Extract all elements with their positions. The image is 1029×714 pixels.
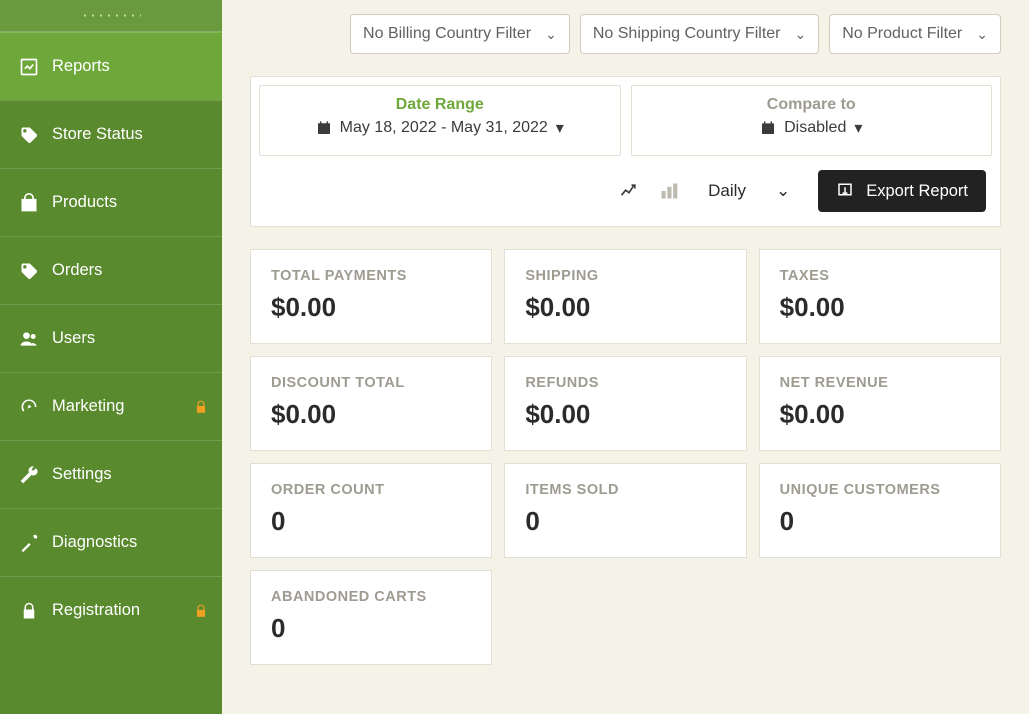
sidebar-item-settings[interactable]: Settings — [0, 440, 222, 508]
export-icon — [836, 182, 854, 200]
sidebar-item-marketing[interactable]: Marketing — [0, 372, 222, 440]
filter-label: No Billing Country Filter — [363, 25, 531, 43]
stat-label: ORDER COUNT — [271, 482, 471, 498]
filter-bar: No Billing Country Filter ⌄ No Shipping … — [250, 14, 1001, 54]
stat-value: $0.00 — [780, 292, 980, 323]
chevron-down-icon: ⌄ — [545, 26, 557, 43]
stat-label: NET REVENUE — [780, 375, 980, 391]
reports-icon — [18, 56, 40, 78]
bar-chart-view-icon[interactable] — [658, 180, 680, 202]
stat-label: TAXES — [780, 268, 980, 284]
caret-down-icon: ▾ — [854, 118, 862, 138]
stat-label: UNIQUE CUSTOMERS — [780, 482, 980, 498]
stat-items-sold[interactable]: ITEMS SOLD 0 — [504, 463, 746, 558]
frequency-value: Daily — [708, 181, 746, 201]
sidebar: Reports Store Status Products Orders Use… — [0, 0, 222, 714]
stat-label: ABANDONED CARTS — [271, 589, 471, 605]
drag-handle-icon[interactable] — [0, 0, 222, 32]
frequency-select[interactable]: Daily ⌄ — [708, 181, 790, 201]
compare-value: Disabled — [784, 119, 846, 137]
stat-net-revenue[interactable]: NET REVENUE $0.00 — [759, 356, 1001, 451]
date-range-title: Date Range — [260, 96, 620, 114]
sidebar-item-label: Store Status — [52, 125, 143, 144]
stat-unique-customers[interactable]: UNIQUE CUSTOMERS 0 — [759, 463, 1001, 558]
lock-icon — [18, 600, 40, 622]
tag-icon — [18, 260, 40, 282]
product-filter[interactable]: No Product Filter ⌄ — [829, 14, 1001, 54]
export-report-button[interactable]: Export Report — [818, 170, 986, 212]
chevron-down-icon: ⌄ — [776, 181, 790, 201]
sidebar-item-label: Users — [52, 329, 95, 348]
main-content: No Billing Country Filter ⌄ No Shipping … — [222, 0, 1029, 714]
stat-abandoned-carts[interactable]: ABANDONED CARTS 0 — [250, 570, 492, 665]
date-range-value: May 18, 2022 - May 31, 2022 — [340, 119, 548, 137]
bag-icon — [18, 192, 40, 214]
sidebar-item-registration[interactable]: Registration — [0, 576, 222, 644]
stat-value: 0 — [271, 613, 471, 644]
chevron-down-icon: ⌄ — [794, 26, 806, 43]
calendar-icon — [316, 120, 332, 136]
stat-value: $0.00 — [271, 292, 471, 323]
sidebar-item-products[interactable]: Products — [0, 168, 222, 236]
sidebar-item-diagnostics[interactable]: Diagnostics — [0, 508, 222, 576]
stat-value: 0 — [525, 506, 725, 537]
compare-title: Compare to — [632, 96, 992, 114]
caret-down-icon: ▾ — [556, 118, 564, 138]
stat-value: 0 — [780, 506, 980, 537]
sidebar-item-label: Diagnostics — [52, 533, 137, 552]
stat-value: $0.00 — [525, 292, 725, 323]
stat-value: $0.00 — [271, 399, 471, 430]
lock-icon — [194, 603, 208, 619]
billing-country-filter[interactable]: No Billing Country Filter ⌄ — [350, 14, 570, 54]
stat-value: $0.00 — [525, 399, 725, 430]
sidebar-item-label: Marketing — [52, 397, 124, 416]
range-panel: Date Range May 18, 2022 - May 31, 2022 ▾… — [250, 76, 1001, 227]
wrench-icon — [18, 464, 40, 486]
screwdriver-icon — [18, 532, 40, 554]
sidebar-item-label: Orders — [52, 261, 102, 280]
sidebar-item-label: Settings — [52, 465, 112, 484]
shipping-country-filter[interactable]: No Shipping Country Filter ⌄ — [580, 14, 819, 54]
chevron-down-icon: ⌄ — [976, 26, 988, 43]
compare-picker[interactable]: Compare to Disabled ▾ — [631, 85, 993, 156]
calendar-icon — [760, 120, 776, 136]
sidebar-item-reports[interactable]: Reports — [0, 32, 222, 100]
filter-label: No Product Filter — [842, 25, 962, 43]
stat-label: TOTAL PAYMENTS — [271, 268, 471, 284]
filter-label: No Shipping Country Filter — [593, 25, 781, 43]
users-icon — [18, 328, 40, 350]
gauge-icon — [18, 396, 40, 418]
stat-total-payments[interactable]: TOTAL PAYMENTS $0.00 — [250, 249, 492, 344]
stat-shipping[interactable]: SHIPPING $0.00 — [504, 249, 746, 344]
sidebar-item-store-status[interactable]: Store Status — [0, 100, 222, 168]
line-chart-view-icon[interactable] — [618, 180, 640, 202]
sidebar-item-label: Products — [52, 193, 117, 212]
stat-label: DISCOUNT TOTAL — [271, 375, 471, 391]
export-label: Export Report — [866, 182, 968, 201]
stats-grid: TOTAL PAYMENTS $0.00 SHIPPING $0.00 TAXES $… — [250, 249, 1001, 665]
date-range-picker[interactable]: Date Range May 18, 2022 - May 31, 2022 ▾ — [259, 85, 621, 156]
stat-value: 0 — [271, 506, 471, 537]
stat-discount-total[interactable]: DISCOUNT TOTAL $0.00 — [250, 356, 492, 451]
stat-value: $0.00 — [780, 399, 980, 430]
stat-order-count[interactable]: ORDER COUNT 0 — [250, 463, 492, 558]
lock-icon — [194, 399, 208, 415]
sidebar-item-label: Reports — [52, 57, 110, 76]
tag-icon — [18, 124, 40, 146]
stat-label: SHIPPING — [525, 268, 725, 284]
stat-label: ITEMS SOLD — [525, 482, 725, 498]
stat-refunds[interactable]: REFUNDS $0.00 — [504, 356, 746, 451]
sidebar-item-users[interactable]: Users — [0, 304, 222, 372]
sidebar-item-label: Registration — [52, 601, 140, 620]
stat-label: REFUNDS — [525, 375, 725, 391]
sidebar-item-orders[interactable]: Orders — [0, 236, 222, 304]
stat-taxes[interactable]: TAXES $0.00 — [759, 249, 1001, 344]
